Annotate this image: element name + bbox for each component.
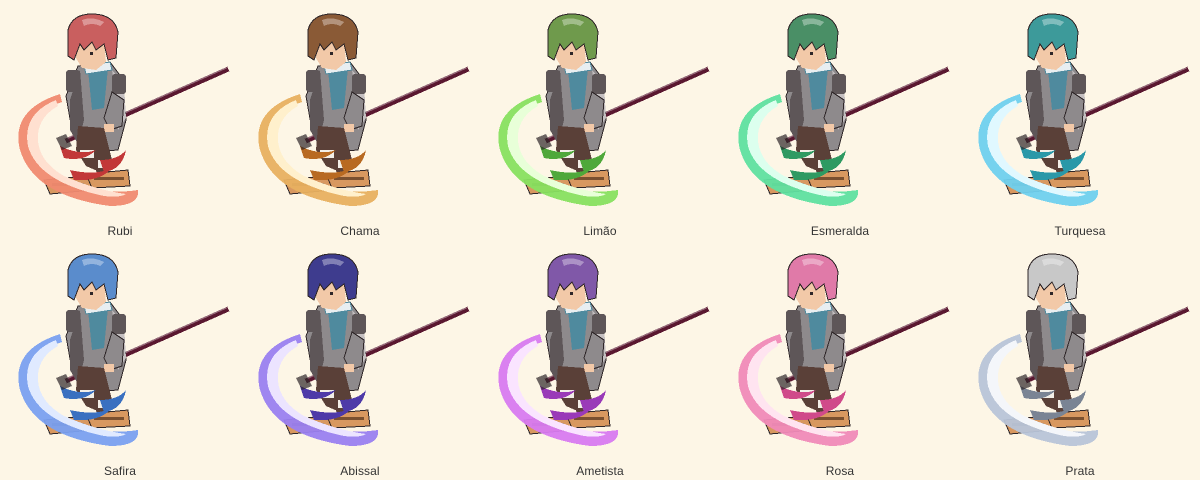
variant-label: Ametista <box>576 464 624 478</box>
variant-label: Safira <box>104 464 136 478</box>
character-sprite <box>258 253 470 446</box>
character-sprite <box>498 253 710 446</box>
variant-cell-6[interactable]: Safira <box>0 240 240 480</box>
character-sprite <box>738 13 950 206</box>
variant-label: Chama <box>340 224 380 238</box>
character-sprite <box>978 253 1190 446</box>
variant-label: Esmeralda <box>810 224 870 238</box>
character-sprite <box>978 13 1190 206</box>
variant-label: Rosa <box>825 464 855 478</box>
variant-label: Abissal <box>340 464 380 478</box>
variant-cell-3[interactable]: Limão <box>480 0 720 240</box>
character-sprite <box>18 253 230 446</box>
character-sprite <box>498 13 710 206</box>
variant-cell-4[interactable]: Esmeralda <box>720 0 960 240</box>
variant-label: Turquesa <box>1054 224 1106 238</box>
variant-cell-9[interactable]: Rosa <box>720 240 960 480</box>
variant-cell-7[interactable]: Abissal <box>240 240 480 480</box>
variant-label: Limão <box>583 224 617 238</box>
variant-label: Rubi <box>107 224 133 238</box>
variant-cell-8[interactable]: Ametista <box>480 240 720 480</box>
variant-grid: Rubi Chama Limão Esmeralda Turquesa Safi… <box>0 0 1200 480</box>
character-sprite <box>258 13 470 206</box>
character-sprite <box>738 253 950 446</box>
variant-cell-2[interactable]: Chama <box>240 0 480 240</box>
variant-cell-10[interactable]: Prata <box>960 240 1200 480</box>
character-sprite <box>18 13 230 206</box>
variant-cell-1[interactable]: Rubi <box>0 0 240 240</box>
variant-label: Prata <box>1065 464 1095 478</box>
variant-cell-5[interactable]: Turquesa <box>960 0 1200 240</box>
